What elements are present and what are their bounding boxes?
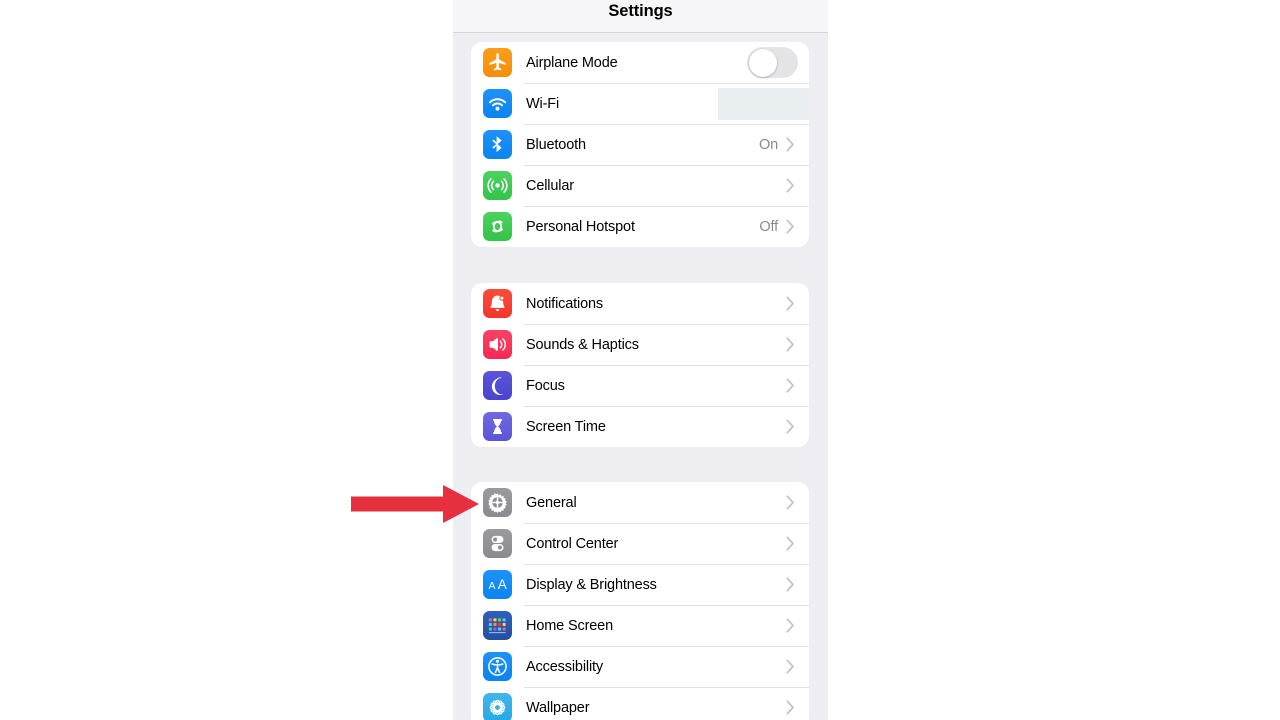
svg-text:A: A bbox=[488, 580, 495, 592]
settings-row-label: Screen Time bbox=[526, 418, 606, 435]
chevron-right-icon bbox=[786, 577, 795, 592]
settings-row-sounds-haptics[interactable]: Sounds & Haptics bbox=[471, 324, 809, 365]
settings-row-label: Display & Brightness bbox=[526, 576, 657, 593]
text-size-icon: A A bbox=[483, 570, 512, 599]
bluetooth-icon bbox=[483, 130, 512, 159]
cellular-icon bbox=[483, 171, 512, 200]
settings-row-display-brightness[interactable]: A A Display & Brightness bbox=[471, 564, 809, 605]
sliders-icon bbox=[483, 529, 512, 558]
page-title: Settings bbox=[608, 2, 673, 20]
settings-row-wi-fi[interactable]: Wi-Fi bbox=[471, 83, 809, 124]
settings-row-value: On bbox=[758, 136, 778, 153]
chevron-right-icon bbox=[786, 495, 795, 510]
chevron-right-icon bbox=[786, 137, 795, 152]
settings-group-connectivity: Airplane Mode Wi-Fi Bluetooth On Cellula… bbox=[471, 42, 809, 247]
flower-icon bbox=[483, 693, 512, 720]
settings-row-accessibility[interactable]: Accessibility bbox=[471, 646, 809, 687]
settings-row-label: Notifications bbox=[526, 295, 604, 312]
hourglass-icon bbox=[483, 412, 512, 441]
app-grid-icon bbox=[483, 611, 512, 640]
settings-row-airplane-mode[interactable]: Airplane Mode bbox=[471, 42, 809, 83]
airplane-mode-toggle[interactable] bbox=[747, 47, 798, 78]
settings-row-general[interactable]: General bbox=[471, 482, 809, 523]
chevron-right-icon bbox=[786, 700, 795, 715]
settings-row-label: Personal Hotspot bbox=[526, 218, 635, 235]
svg-text:A: A bbox=[498, 577, 507, 592]
settings-row-label: Sounds & Haptics bbox=[526, 336, 639, 353]
settings-row-label: Accessibility bbox=[526, 658, 604, 675]
settings-row-bluetooth[interactable]: Bluetooth On bbox=[471, 124, 809, 165]
chevron-right-icon bbox=[786, 378, 795, 393]
settings-group-system: General Control Center A A Display & Bri… bbox=[471, 482, 809, 720]
settings-row-cellular[interactable]: Cellular bbox=[471, 165, 809, 206]
hotspot-icon bbox=[483, 212, 512, 241]
settings-row-control-center[interactable]: Control Center bbox=[471, 523, 809, 564]
gear-icon bbox=[483, 488, 512, 517]
settings-row-label: Airplane Mode bbox=[526, 54, 618, 71]
settings-row-home-screen[interactable]: Home Screen bbox=[471, 605, 809, 646]
accessibility-icon bbox=[483, 652, 512, 681]
settings-row-label: Bluetooth bbox=[526, 136, 586, 153]
settings-row-value: Off bbox=[759, 218, 778, 235]
wifi-icon bbox=[483, 89, 512, 118]
chevron-right-icon bbox=[786, 659, 795, 674]
settings-group-notifications: Notifications Sounds & Haptics Focus Scr… bbox=[471, 283, 809, 447]
settings-row-screen-time[interactable]: Screen Time bbox=[471, 406, 809, 447]
moon-icon bbox=[483, 371, 512, 400]
settings-panel: Settings Airplane Mode Wi-Fi Bluetooth O… bbox=[453, 0, 828, 720]
chevron-right-icon bbox=[786, 219, 795, 234]
settings-row-wallpaper[interactable]: Wallpaper bbox=[471, 687, 809, 720]
settings-row-focus[interactable]: Focus bbox=[471, 365, 809, 406]
bell-icon bbox=[483, 289, 512, 318]
chevron-right-icon bbox=[786, 419, 795, 434]
settings-row-label: Home Screen bbox=[526, 617, 613, 634]
redacted-wifi-value bbox=[718, 88, 809, 120]
settings-row-label: General bbox=[526, 494, 577, 511]
screen: Settings Airplane Mode Wi-Fi Bluetooth O… bbox=[0, 0, 1280, 720]
settings-row-notifications[interactable]: Notifications bbox=[471, 283, 809, 324]
annotation-arrow-red bbox=[349, 483, 481, 525]
settings-scroll-area[interactable]: Airplane Mode Wi-Fi Bluetooth On Cellula… bbox=[453, 33, 828, 720]
chevron-right-icon bbox=[786, 618, 795, 633]
panel-header: Settings bbox=[453, 0, 828, 33]
toggle-knob bbox=[748, 48, 777, 77]
speaker-icon bbox=[483, 330, 512, 359]
settings-row-label: Cellular bbox=[526, 177, 574, 194]
settings-row-label: Focus bbox=[526, 377, 565, 394]
chevron-right-icon bbox=[786, 178, 795, 193]
chevron-right-icon bbox=[786, 337, 795, 352]
chevron-right-icon bbox=[786, 536, 795, 551]
chevron-right-icon bbox=[786, 296, 795, 311]
settings-row-personal-hotspot[interactable]: Personal Hotspot Off bbox=[471, 206, 809, 247]
airplane-icon bbox=[483, 48, 512, 77]
settings-row-label: Control Center bbox=[526, 535, 619, 552]
settings-row-label: Wallpaper bbox=[526, 699, 590, 716]
